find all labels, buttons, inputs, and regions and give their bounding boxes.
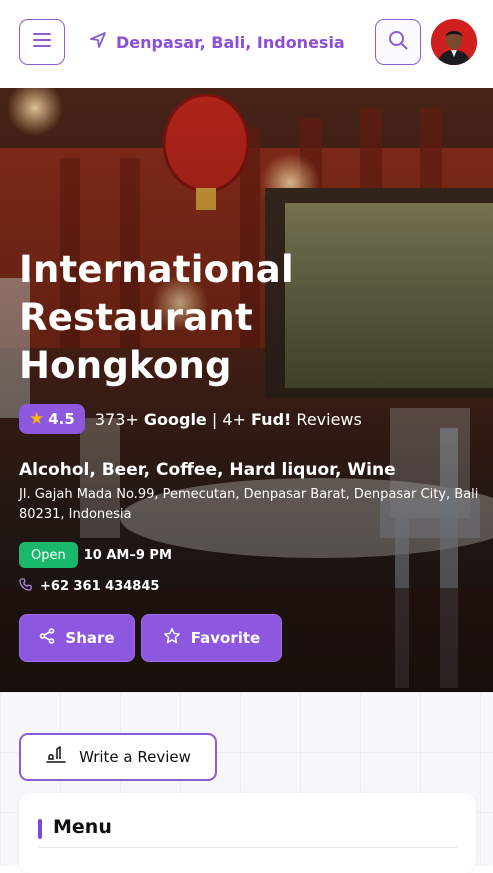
avatar[interactable] [431, 19, 477, 65]
opening-hours: 10 AM–9 PM [83, 547, 172, 563]
navigation-arrow-icon [88, 30, 108, 54]
section-accent-bar [38, 819, 42, 839]
menu-button[interactable] [19, 19, 65, 65]
rating-badge[interactable]: ★ 4.5 [19, 404, 85, 434]
app-header: Denpasar, Bali, Indonesia [0, 0, 493, 88]
hero-overlay [0, 88, 493, 692]
restaurant-hero: International Restaurant Hongkong ★ 4.5 … [0, 88, 493, 692]
phone-icon [19, 578, 32, 595]
cuisine-list: Alcohol, Beer, Coffee, Hard liquor, Wine [19, 460, 396, 480]
search-button[interactable] [375, 19, 421, 65]
rating-value: 4.5 [48, 410, 75, 428]
menu-divider [38, 847, 458, 848]
share-button[interactable]: Share [19, 614, 135, 662]
google-label: Google [143, 409, 207, 429]
star-icon: ★ [29, 409, 45, 429]
share-icon [39, 628, 55, 648]
write-review-label: Write a Review [79, 748, 191, 766]
phone-number: +62 361 434845 [40, 579, 160, 594]
review-counts: 373+ Google | 4+ Fud! Reviews [95, 410, 362, 429]
pen-icon [45, 746, 67, 768]
hamburger-icon [32, 32, 52, 52]
status-badge: Open [19, 542, 78, 568]
review-separator: | [211, 409, 218, 429]
phone-link[interactable]: +62 361 434845 [19, 578, 159, 595]
reviews-label: Reviews [296, 409, 362, 429]
fud-count: 4+ [222, 409, 246, 429]
location-label: Denpasar, Bali, Indonesia [116, 32, 345, 52]
star-outline-icon [163, 627, 181, 649]
fud-label: Fud! [251, 409, 292, 429]
menu-title: Menu [53, 816, 112, 838]
favorite-button[interactable]: Favorite [141, 614, 282, 662]
rating-row: ★ 4.5 373+ Google | 4+ Fud! Reviews [19, 404, 362, 434]
restaurant-name: International Restaurant Hongkong [19, 248, 294, 387]
address: Jl. Gajah Mada No.99, Pemecutan, Denpasa… [19, 487, 479, 522]
menu-section: Menu [19, 793, 476, 873]
share-label: Share [65, 629, 115, 647]
write-review-button[interactable]: Write a Review [19, 733, 217, 781]
favorite-label: Favorite [190, 629, 261, 647]
location-selector[interactable]: Denpasar, Bali, Indonesia [88, 30, 345, 54]
search-icon [387, 29, 409, 55]
google-count: 373+ [94, 409, 139, 429]
hours-row: Open 10 AM–9 PM [19, 542, 172, 568]
